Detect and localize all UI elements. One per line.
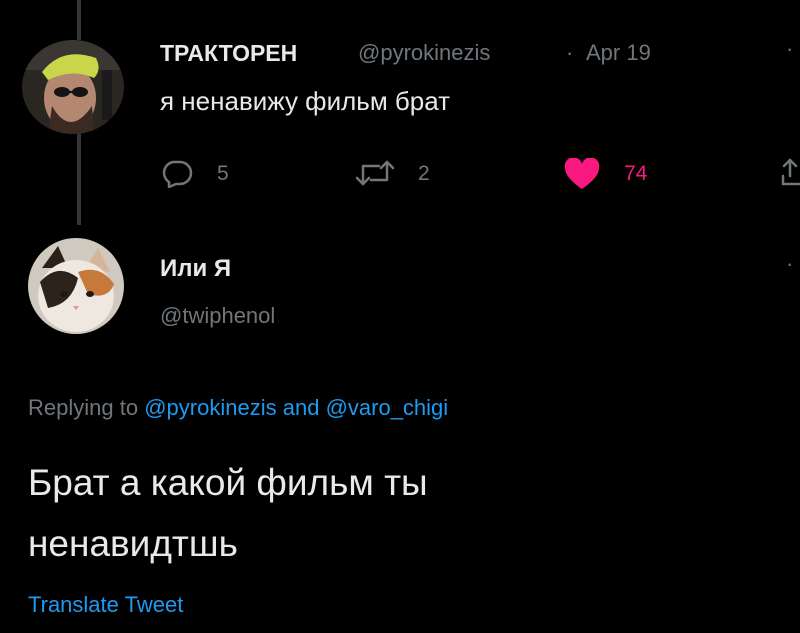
tweet-date[interactable]: Apr 19 <box>586 40 651 66</box>
author-handle[interactable]: @pyrokinezis <box>358 40 490 66</box>
translate-tweet-link[interactable]: Translate Tweet <box>28 592 183 618</box>
replying-to-line: Replying to @pyrokinezis and @varo_chigi <box>28 395 448 421</box>
mention-conjunction: and <box>282 395 320 420</box>
cat-avatar-image <box>28 238 124 334</box>
reply-icon[interactable] <box>160 158 194 188</box>
reply-avatar[interactable] <box>28 238 124 334</box>
reply-author-name[interactable]: Или Я <box>160 255 231 283</box>
share-icon[interactable] <box>780 156 800 188</box>
heart-icon[interactable] <box>564 158 600 190</box>
tweet-text: я ненавижу фильм брат <box>160 86 451 116</box>
replying-to-prefix: Replying to <box>28 395 139 420</box>
reply-count: 5 <box>217 162 229 185</box>
mention-link-1[interactable]: @pyrokinezis <box>144 395 276 420</box>
author-name[interactable]: ТРАКТОРЕН <box>160 40 297 67</box>
more-options-icon[interactable]: · <box>786 36 793 62</box>
avatar-image <box>22 40 124 134</box>
thread-line-top <box>77 0 81 40</box>
mention-link-2[interactable]: @varo_chigi <box>326 395 449 420</box>
retweet-count: 2 <box>418 162 430 185</box>
meta-separator: · <box>566 40 574 65</box>
retweet-icon[interactable] <box>354 158 396 188</box>
reply-author-handle[interactable]: @twiphenol <box>160 303 275 329</box>
reply-more-options-icon[interactable]: · <box>786 251 793 277</box>
like-count: 74 <box>624 162 648 185</box>
avatar[interactable] <box>22 40 124 134</box>
reply-text-line-2: ненавидтшь <box>28 523 238 564</box>
thread-line-mid <box>77 130 81 225</box>
reply-text-line-1: Брат а какой фильм ты <box>28 462 428 503</box>
